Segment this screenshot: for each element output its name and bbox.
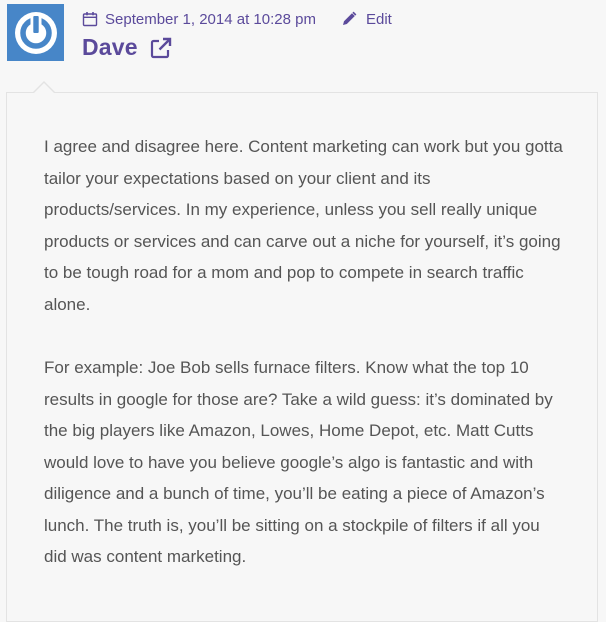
comment-text: I agree and disagree here. Content marke… <box>44 131 564 605</box>
comment-paragraph: For example: Joe Bob sells furnace filte… <box>44 358 553 566</box>
pencil-icon <box>341 11 357 27</box>
comment-date-link[interactable]: September 1, 2014 at 10:28 pm <box>82 11 316 28</box>
edit-label: Edit <box>365 10 392 28</box>
edit-link[interactable]: Edit <box>341 11 392 28</box>
avatar[interactable] <box>7 4 64 61</box>
comment-meta: September 1, 2014 at 10:28 pm Edit <box>82 8 392 30</box>
external-link-icon[interactable] <box>150 37 172 59</box>
power-icon <box>14 11 58 55</box>
author-name-link[interactable]: Dave <box>82 34 138 61</box>
calendar-icon <box>82 11 98 27</box>
author-row: Dave <box>82 34 172 61</box>
comment-paragraph: I agree and disagree here. Content marke… <box>44 137 563 314</box>
comment-body: I agree and disagree here. Content marke… <box>6 81 598 622</box>
comment-date: September 1, 2014 at 10:28 pm <box>105 10 316 28</box>
